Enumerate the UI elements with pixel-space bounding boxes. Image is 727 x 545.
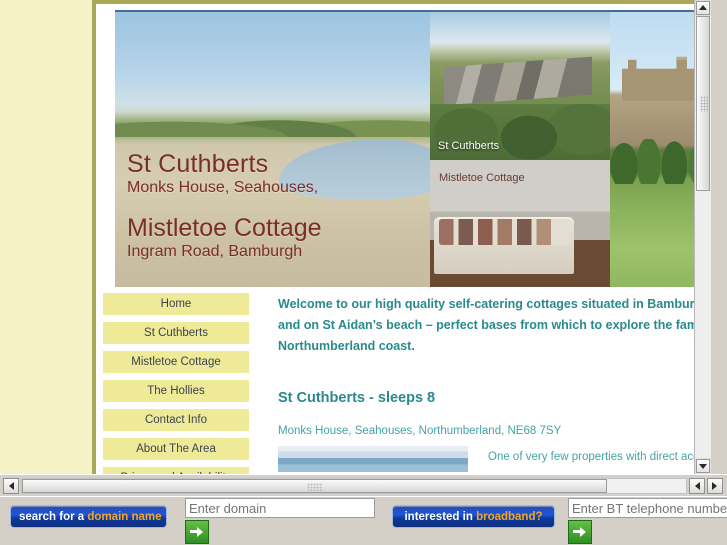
broadband-label-highlight: broadband? [476, 511, 543, 523]
triangle-up-icon [699, 5, 707, 10]
hscroll-right-button-b[interactable] [707, 478, 723, 494]
nav-item-contact-info[interactable]: Contact Info [103, 409, 249, 431]
nav-item-the-hollies[interactable]: The Hollies [103, 380, 249, 402]
scroll-grip-icon [306, 483, 323, 491]
property-teaser-row: One of very few properties with direct a… [278, 446, 711, 472]
triangle-down-icon [699, 464, 707, 469]
triangle-left-icon [695, 482, 700, 490]
site-outer-frame: St Cuthberts Monks House, Seahouses, Mis… [92, 0, 711, 474]
property-heading: St Cuthberts - sleeps 8 [278, 390, 436, 406]
nav-item-about-the-area[interactable]: About The Area [103, 438, 249, 460]
site-navigation: Home St Cuthberts Mistletoe Cottage The … [103, 293, 249, 474]
header-subtitle-ingram-road: Ingram Road, Bamburgh [127, 243, 303, 261]
screen: St Cuthberts Monks House, Seahouses, Mis… [0, 0, 727, 545]
hscroll-right-button-a[interactable] [689, 478, 705, 494]
triangle-right-icon [712, 482, 717, 490]
page-scroll-down-button[interactable] [696, 459, 710, 473]
broadband-button[interactable]: interested in broadband? [392, 505, 555, 528]
intro-paragraph: Welcome to our high quality self-caterin… [278, 294, 711, 357]
hscroll-thumb[interactable] [22, 479, 607, 493]
nav-item-st-cuthberts[interactable]: St Cuthberts [103, 322, 249, 344]
nav-item-mistletoe-cottage[interactable]: Mistletoe Cottage [103, 351, 249, 373]
header-banner: St Cuthberts Monks House, Seahouses, Mis… [115, 10, 711, 287]
property-teaser-text: One of very few properties with direct a… [488, 451, 711, 463]
header-title-st-cuthberts: St Cuthberts [127, 149, 269, 178]
intro-line-3: Northumberland coast. [278, 339, 415, 353]
site-page: St Cuthberts Monks House, Seahouses, Mis… [96, 4, 711, 474]
search-domain-label-pre: search for a [19, 511, 88, 523]
hscroll-track[interactable] [21, 478, 687, 494]
triangle-left-icon [9, 482, 14, 490]
browser-viewport: St Cuthberts Monks House, Seahouses, Mis… [0, 0, 711, 474]
header-image-caption-mistletoe-cottage: Mistletoe Cottage [439, 172, 525, 184]
scroll-grip-icon [700, 95, 708, 112]
header-image-beach: St Cuthberts Monks House, Seahouses, Mis… [115, 12, 430, 287]
intro-line-1: Welcome to our high quality self-caterin… [278, 297, 710, 311]
page-scroll-track[interactable] [695, 16, 711, 458]
intro-line-2: and on St Aidan’s beach – perfect bases … [278, 318, 711, 332]
domain-go-button[interactable] [185, 520, 209, 544]
main-content: Welcome to our high quality self-caterin… [278, 294, 711, 472]
nav-item-prices-and-availability[interactable]: Prices and Availability [103, 467, 249, 474]
header-image-lounge: Mistletoe Cottage [430, 160, 610, 287]
page-scroll-up-button[interactable] [696, 1, 710, 15]
broadband-go-button[interactable] [568, 520, 592, 544]
search-domain-button[interactable]: search for a domain name [10, 505, 167, 528]
broadband-label-pre: interested in [404, 511, 477, 523]
header-subtitle-monks-house: Monks House, Seahouses, [127, 178, 319, 196]
browser-vertical-scrollbar[interactable] [694, 0, 711, 474]
page-scroll-thumb[interactable] [696, 16, 710, 191]
hscroll-left-button[interactable] [3, 478, 19, 494]
header-image-caption-st-cuthberts: St Cuthberts [438, 140, 500, 152]
bt-telephone-input[interactable] [568, 498, 727, 518]
domain-input[interactable] [185, 498, 375, 518]
search-domain-label-highlight: domain name [87, 511, 162, 523]
browser-horizontal-scrollbar[interactable] [0, 474, 727, 496]
header-title-mistletoe-cottage: Mistletoe Cottage [127, 213, 322, 242]
header-image-village: St Cuthberts [430, 12, 610, 160]
header-title-block: St Cuthberts Monks House, Seahouses, Mis… [127, 149, 427, 262]
property-address: Monks House, Seahouses, Northumberland, … [278, 425, 562, 437]
property-thumbnail[interactable] [278, 446, 468, 472]
nav-item-home[interactable]: Home [103, 293, 249, 315]
